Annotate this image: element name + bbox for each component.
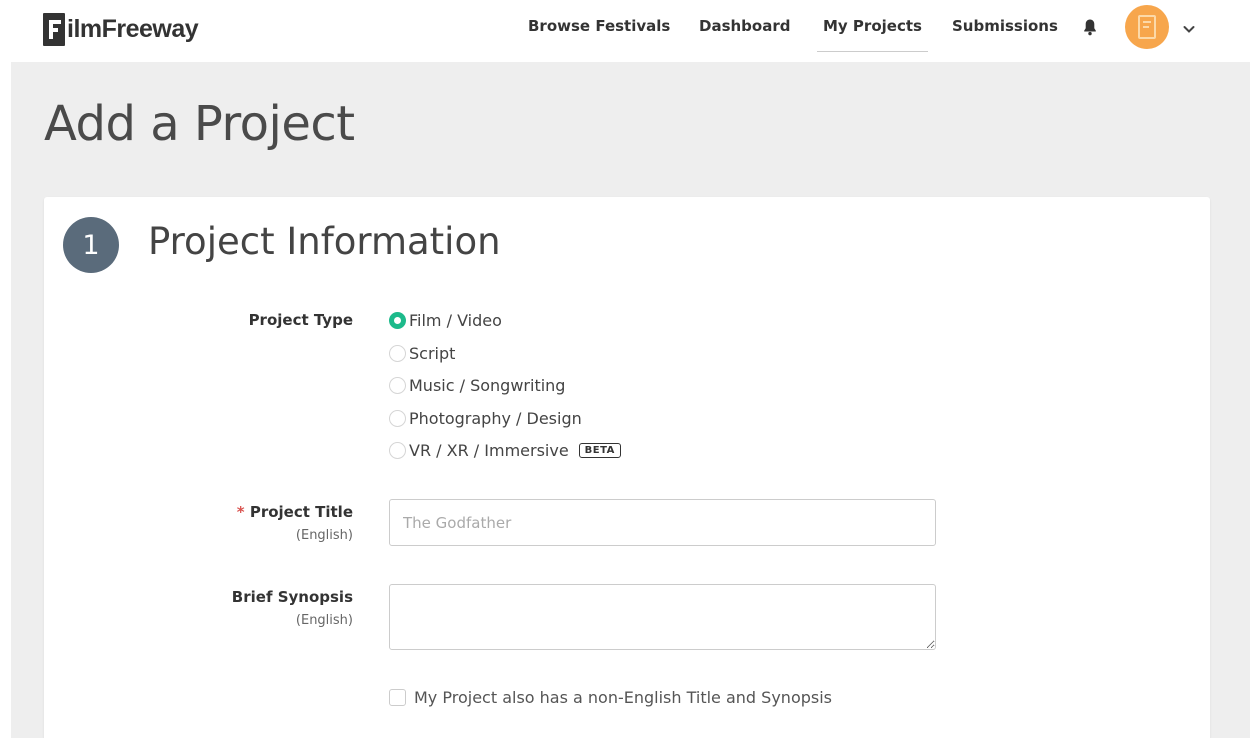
- nav-my-projects[interactable]: My Projects: [817, 17, 928, 52]
- radio-option-film-video[interactable]: Film / Video: [389, 309, 502, 331]
- non-english-checkbox-label: My Project also has a non-English Title …: [414, 688, 832, 707]
- user-avatar[interactable]: [1125, 5, 1169, 49]
- section-title: Project Information: [148, 220, 501, 263]
- project-type-label: Project Type: [248, 311, 353, 329]
- project-title-label: * Project Title: [237, 503, 353, 521]
- radio-option-photography-design[interactable]: Photography / Design: [389, 407, 582, 429]
- nav-browse-festivals[interactable]: Browse Festivals: [528, 17, 670, 35]
- radio-script[interactable]: [389, 344, 406, 362]
- beta-badge: BETA: [578, 442, 621, 458]
- non-english-checkbox[interactable]: [389, 689, 406, 706]
- logo-f-icon: [43, 12, 65, 46]
- project-title-language: (English): [295, 528, 353, 543]
- top-navigation-bar: ilmFreeway Browse Festivals Dashboard My…: [0, 0, 1250, 62]
- radio-label-music-songwriting: Music / Songwriting: [409, 375, 566, 395]
- radio-film-video[interactable]: [389, 311, 406, 329]
- required-asterisk: *: [236, 503, 245, 521]
- radio-label-script: Script: [409, 343, 456, 363]
- bell-icon[interactable]: [1083, 18, 1097, 36]
- filmfreeway-avatar-icon: [1138, 15, 1156, 39]
- radio-label-film-video: Film / Video: [409, 310, 502, 330]
- project-information-card: [44, 197, 1210, 738]
- nav-submissions[interactable]: Submissions: [952, 17, 1058, 35]
- logo-text: ilmFreeway: [67, 14, 199, 43]
- brief-synopsis-label: Brief Synopsis: [231, 588, 353, 606]
- project-title-label-text: Project Title: [249, 503, 353, 521]
- radio-option-script[interactable]: Script: [389, 342, 455, 364]
- filmfreeway-logo[interactable]: ilmFreeway: [43, 11, 199, 47]
- radio-label-photography-design: Photography / Design: [409, 408, 582, 428]
- page-title: Add a Project: [44, 96, 355, 152]
- brief-synopsis-textarea[interactable]: [389, 584, 936, 650]
- non-english-option[interactable]: My Project also has a non-English Title …: [389, 688, 832, 707]
- radio-label-vr-xr-immersive: VR / XR / Immersive: [409, 440, 569, 460]
- brief-synopsis-language: (English): [295, 613, 353, 628]
- step-number-badge: 1: [63, 217, 119, 273]
- radio-music-songwriting[interactable]: [389, 376, 406, 394]
- nav-dashboard[interactable]: Dashboard: [699, 17, 790, 35]
- radio-option-music-songwriting[interactable]: Music / Songwriting: [389, 374, 565, 396]
- radio-photography-design[interactable]: [389, 409, 406, 427]
- radio-vr-xr-immersive[interactable]: [389, 441, 406, 459]
- chevron-down-icon[interactable]: [1181, 21, 1197, 37]
- project-title-input[interactable]: [389, 499, 936, 546]
- radio-option-vr-xr-immersive[interactable]: VR / XR / Immersive BETA: [389, 439, 621, 461]
